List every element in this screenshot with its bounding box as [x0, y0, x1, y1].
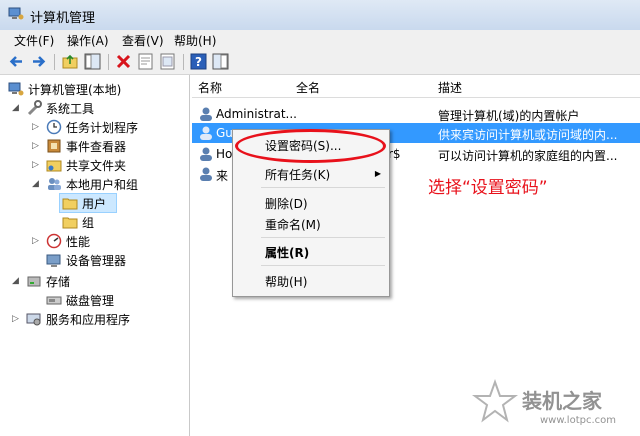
menu-item-all-tasks[interactable]: 所有任务(K) — [265, 166, 330, 183]
expand-arrow-icon[interactable]: ▷ — [32, 159, 42, 171]
expand-arrow-icon[interactable]: ▷ — [32, 235, 42, 247]
delete-icon[interactable] — [115, 53, 132, 70]
tree-item-disk-management[interactable]: 磁盘管理 — [6, 291, 186, 309]
tree-item-groups[interactable]: 组 — [60, 213, 116, 231]
collapse-arrow-icon[interactable]: ◢ — [12, 102, 22, 114]
clock-icon — [46, 119, 62, 135]
menu-item-help[interactable]: 帮助(H) — [265, 273, 307, 290]
tree-item-users[interactable]: 用户 — [59, 193, 117, 213]
watermark-logo: 装机之家 www.lotpc.com — [472, 379, 616, 426]
users-group-icon — [48, 178, 61, 190]
tree-item-device-manager[interactable]: 设备管理器 — [6, 251, 186, 269]
tree-item-performance[interactable]: ▷ 性能 — [6, 232, 186, 250]
user-icon — [200, 126, 212, 140]
tools-icon — [27, 100, 42, 116]
tree-pane: 计算机管理(本地) ◢ 系统工具 ▷ 任务计划程序 ▷ 事件查看器 ▷ 共享文件… — [0, 75, 190, 436]
performance-icon — [46, 233, 62, 249]
tree-item-task-scheduler[interactable]: ▷ 任务计划程序 — [6, 118, 186, 136]
tree-item-storage[interactable]: ◢ 存储 — [6, 272, 186, 290]
tree-item-shared-folders[interactable]: ▷ 共享文件夹 — [6, 156, 186, 174]
event-viewer-icon — [47, 139, 61, 153]
expand-arrow-icon[interactable]: ▷ — [32, 140, 42, 152]
folder-icon — [62, 198, 78, 210]
view-icon[interactable] — [212, 53, 229, 70]
shared-folder-icon — [46, 160, 62, 172]
window-title: 计算机管理 — [30, 11, 96, 26]
device-manager-icon — [46, 254, 61, 267]
toolbar: ? — [0, 50, 640, 75]
menu-bar: 文件(F) 操作(A) 查看(V) 帮助(H) — [0, 30, 640, 50]
menu-file[interactable]: 文件(F) — [14, 32, 54, 49]
menu-view[interactable]: 查看(V) — [122, 32, 164, 49]
computer-management-icon — [8, 82, 24, 96]
menu-help[interactable]: 帮助(H) — [174, 32, 216, 49]
collapse-arrow-icon[interactable]: ◢ — [12, 275, 22, 287]
annotation-text: 选择“设置密码” — [428, 178, 548, 198]
forward-icon[interactable] — [30, 53, 47, 70]
menu-item-delete[interactable]: 删除(D) — [265, 195, 308, 212]
storage-icon — [27, 276, 41, 287]
submenu-arrow-icon: ▶ — [374, 169, 381, 178]
expand-arrow-icon[interactable]: ▷ — [12, 313, 22, 325]
highlight-oval — [235, 129, 386, 163]
collapse-arrow-icon[interactable]: ◢ — [32, 178, 42, 190]
table-row[interactable]: Administrat... 管理计算机(域)的内置帐户 — [192, 104, 640, 124]
menu-item-rename[interactable]: 重命名(M) — [265, 216, 321, 233]
disk-icon — [46, 296, 62, 305]
column-name[interactable]: 名称 — [192, 75, 291, 98]
expand-arrow-icon[interactable]: ▷ — [32, 121, 42, 133]
user-icon — [200, 147, 212, 161]
tree-item-local-users-groups[interactable]: ◢ 本地用户和组 — [6, 175, 186, 193]
help-icon[interactable]: ? — [190, 53, 207, 70]
column-fullname[interactable]: 全名 — [290, 75, 433, 98]
menu-action[interactable]: 操作(A) — [67, 32, 109, 49]
watermark-url: www.lotpc.com — [540, 415, 616, 426]
user-icon — [200, 167, 212, 181]
tree-item-computer-management[interactable]: 计算机管理(本地) — [6, 80, 186, 98]
export-icon[interactable] — [159, 53, 176, 70]
up-folder-icon[interactable] — [62, 53, 79, 70]
watermark-brand: 装机之家 — [521, 389, 603, 413]
user-icon — [200, 107, 212, 121]
services-icon — [26, 313, 41, 326]
tree-item-event-viewer[interactable]: ▷ 事件查看器 — [6, 137, 186, 155]
tree-item-system-tools[interactable]: ◢ 系统工具 — [6, 99, 186, 117]
folder-icon — [62, 217, 78, 229]
tree-item-services-applications[interactable]: ▷ 服务和应用程序 — [6, 310, 186, 328]
properties-icon[interactable] — [137, 53, 154, 70]
back-icon[interactable] — [8, 53, 25, 70]
computer-management-icon — [8, 7, 24, 20]
svg-text:?: ? — [195, 55, 202, 69]
title-bar: 计算机管理 — [0, 0, 640, 31]
show-tree-icon[interactable] — [84, 53, 101, 70]
menu-item-properties[interactable]: 属性(R) — [265, 244, 309, 261]
column-description[interactable]: 描述 — [432, 75, 640, 98]
